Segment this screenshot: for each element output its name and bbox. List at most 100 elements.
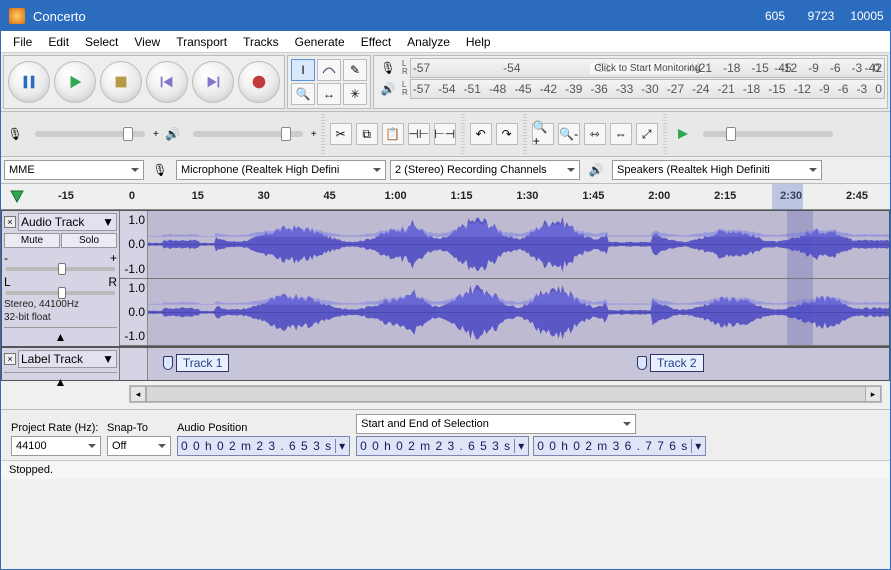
play-lr-label: LR: [402, 81, 408, 97]
track-close-button[interactable]: ×: [4, 216, 16, 228]
device-toolbar: MME 🎙 Microphone (Realtek High Defini 2 …: [1, 157, 890, 184]
selection-toolbar: Project Rate (Hz): 44100 Snap-To Off Aud…: [1, 409, 890, 460]
playback-meter[interactable]: -57-54-51-48-45-42-39-36-33-30-27-24-21-…: [410, 79, 885, 99]
menu-file[interactable]: File: [5, 33, 40, 51]
zoom-tool[interactable]: 🔍: [291, 83, 315, 105]
menu-effect[interactable]: Effect: [353, 33, 399, 51]
toolbar-row-1: I ✎ 🔍 ↔ ✳ 🎙 LR -57-54-51-48-45-42 Click …: [1, 53, 890, 112]
speaker-icon: 🔊: [164, 125, 182, 143]
zoom-out-button[interactable]: 🔍-: [558, 123, 580, 145]
waveform-left[interactable]: [148, 211, 889, 278]
project-rate-combo[interactable]: 44100: [11, 436, 101, 456]
horizontal-scrollbar[interactable]: ◂ ▸: [129, 385, 882, 403]
skip-end-button[interactable]: [192, 61, 234, 103]
speaker-icon: 🔊: [587, 161, 605, 179]
meters-toolbar: 🎙 LR -57-54-51-48-45-42 Click to Start M…: [373, 55, 888, 109]
zoom-in-button[interactable]: 🔍+: [532, 123, 554, 145]
track-close-button[interactable]: ×: [4, 353, 16, 365]
copy-button[interactable]: ⧉: [356, 123, 378, 145]
solo-button[interactable]: Solo: [61, 233, 117, 248]
recording-device-combo[interactable]: Microphone (Realtek High Defini: [176, 160, 386, 180]
menu-view[interactable]: View: [126, 33, 168, 51]
selection-start-field[interactable]: 0 0 h 0 2 m 2 3 . 6 5 3 s▾: [356, 436, 529, 456]
gain-slider[interactable]: [6, 267, 115, 271]
audio-host-combo[interactable]: MME: [4, 160, 144, 180]
close-button[interactable]: 10005: [844, 1, 890, 31]
selection-end-field[interactable]: 0 0 h 0 2 m 3 6 . 7 7 6 s▾: [533, 436, 706, 456]
label-text[interactable]: Track 1: [176, 354, 230, 372]
playback-device-combo[interactable]: Speakers (Realtek High Definiti: [612, 160, 822, 180]
stop-button[interactable]: [100, 61, 142, 103]
track-format: Stereo, 44100Hz: [4, 299, 117, 310]
maximize-button[interactable]: 9723: [798, 1, 844, 31]
playback-volume-slider[interactable]: [193, 131, 303, 137]
timeline-ruler[interactable]: -1501530451:001:151:301:452:002:152:302:…: [1, 184, 890, 210]
trim-button[interactable]: ⊣⊢: [408, 123, 430, 145]
track-menu-button[interactable]: Audio Track▼: [18, 213, 117, 231]
track-collapse-button[interactable]: ▲: [4, 327, 117, 344]
label-pin-icon[interactable]: [637, 356, 647, 370]
redo-button[interactable]: ↷: [496, 123, 518, 145]
recording-meter[interactable]: -57-54-51-48-45-42 Click to Start Monito…: [410, 58, 885, 78]
multi-tool[interactable]: ✳: [343, 83, 367, 105]
pan-slider[interactable]: [6, 291, 115, 295]
vertical-scale: 1.00.0-1.0: [120, 211, 148, 278]
envelope-tool[interactable]: [317, 59, 341, 81]
audio-position-field[interactable]: 0 0 h 0 2 m 2 3 . 6 5 3 s▾: [177, 436, 350, 456]
pause-button[interactable]: [8, 61, 50, 103]
scroll-right-button[interactable]: ▸: [865, 386, 881, 402]
menu-edit[interactable]: Edit: [40, 33, 77, 51]
project-rate-label: Project Rate (Hz):: [11, 422, 101, 434]
toolbar-row-2: 🎙 + 🔊 + ✂ ⧉ 📋 ⊣⊢ ⊢⊣ ↶ ↷ 🔍+ 🔍- ⇿ ⇔ ⤢: [1, 112, 890, 157]
cut-button[interactable]: ✂: [330, 123, 352, 145]
playhead-icon[interactable]: [1, 190, 33, 204]
vertical-scale: 1.00.0-1.0: [120, 279, 148, 346]
label-track-panel: × Label Track▼ ▲: [2, 348, 120, 380]
status-bar: Stopped.: [1, 460, 890, 479]
mic-icon: 🎙: [379, 59, 397, 77]
undo-button[interactable]: ↶: [470, 123, 492, 145]
recording-volume-slider[interactable]: [35, 131, 145, 137]
record-button[interactable]: [238, 61, 280, 103]
snap-to-combo[interactable]: Off: [107, 436, 171, 456]
label-pin-icon[interactable]: [163, 356, 173, 370]
paste-button[interactable]: 📋: [382, 123, 404, 145]
menu-help[interactable]: Help: [458, 33, 499, 51]
play-at-speed-button[interactable]: [672, 123, 694, 145]
audio-track: × Audio Track▼ Mute Solo -+ LR Stereo, 4…: [1, 210, 890, 347]
scroll-left-button[interactable]: ◂: [130, 386, 146, 402]
timeshift-tool[interactable]: ↔: [317, 83, 341, 105]
track-collapse-button[interactable]: ▲: [4, 372, 117, 389]
label-marker[interactable]: Track 1: [163, 354, 230, 372]
silence-button[interactable]: ⊢⊣: [434, 123, 456, 145]
fit-selection-button[interactable]: ⇿: [584, 123, 606, 145]
audio-position-label: Audio Position: [177, 422, 350, 434]
menu-analyze[interactable]: Analyze: [399, 33, 458, 51]
track-menu-button[interactable]: Label Track▼: [18, 350, 117, 368]
rec-lr-label: LR: [402, 60, 408, 76]
menu-bar: File Edit Select View Transport Tracks G…: [1, 31, 890, 53]
label-track-body[interactable]: Track 1 Track 2: [148, 348, 889, 380]
title-bar: Concerto 605 9723 10005: [1, 1, 890, 31]
selection-mode-combo[interactable]: Start and End of Selection: [356, 414, 636, 434]
minimize-button[interactable]: 605: [752, 1, 798, 31]
play-button[interactable]: [54, 61, 96, 103]
menu-select[interactable]: Select: [77, 33, 126, 51]
selection-tool[interactable]: I: [291, 59, 315, 81]
skip-start-button[interactable]: [146, 61, 188, 103]
label-marker[interactable]: Track 2: [637, 354, 704, 372]
menu-generate[interactable]: Generate: [287, 33, 353, 51]
recording-channels-combo[interactable]: 2 (Stereo) Recording Channels: [390, 160, 580, 180]
mute-button[interactable]: Mute: [4, 233, 60, 248]
transport-toolbar: [3, 55, 285, 109]
rec-meter-overlay[interactable]: Click to Start Monitoring: [590, 63, 704, 74]
draw-tool[interactable]: ✎: [343, 59, 367, 81]
zoom-toggle-button[interactable]: ⤢: [636, 123, 658, 145]
fit-project-button[interactable]: ⇔: [610, 123, 632, 145]
menu-transport[interactable]: Transport: [168, 33, 235, 51]
waveform-right[interactable]: [148, 279, 889, 346]
playback-speed-slider[interactable]: [703, 131, 833, 137]
label-text[interactable]: Track 2: [650, 354, 704, 372]
window-title: Concerto: [33, 9, 752, 24]
menu-tracks[interactable]: Tracks: [235, 33, 287, 51]
